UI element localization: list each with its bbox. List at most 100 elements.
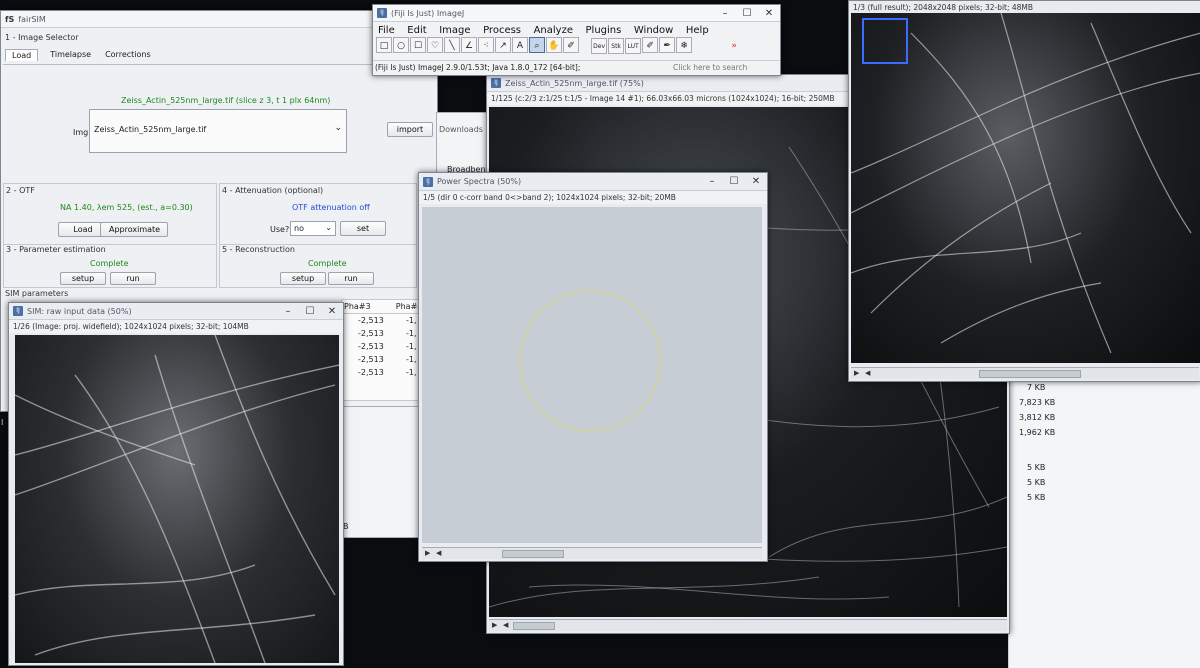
power-spectra-title: Power Spectra (50%): [437, 177, 522, 186]
menu-process[interactable]: Process: [483, 25, 521, 36]
full-result-canvas[interactable]: [851, 13, 1200, 363]
power-spectra-canvas[interactable]: [422, 207, 762, 543]
use-select-value: no: [294, 224, 304, 233]
hand-tool-icon[interactable]: ✋: [546, 37, 562, 53]
imagej-status-row: (Fiji Is Just) ImageJ 2.9.0/1.53t; Java …: [373, 60, 780, 75]
minimize-icon[interactable]: –: [714, 8, 736, 19]
stack-menu-icon[interactable]: Stk: [608, 38, 625, 54]
raw-input-title: SIM: raw input data (50%): [27, 306, 132, 316]
raw-input-window: IJ SIM: raw input data (50%) – ☐ ✕ 1/26 …: [8, 302, 344, 666]
zoom-tool-icon[interactable]: ⌕: [529, 37, 545, 53]
search-field[interactable]: Click here to search: [673, 63, 747, 72]
minimize-icon[interactable]: –: [277, 306, 299, 317]
menu-edit[interactable]: Edit: [407, 25, 426, 36]
imagej-window: IJ (Fiji Is Just) ImageJ – ☐ ✕ File Edit…: [372, 4, 781, 76]
maximize-icon[interactable]: ☐: [736, 8, 758, 19]
play-icon[interactable]: ▶: [854, 369, 859, 377]
scrollbar-thumb[interactable]: [502, 550, 564, 558]
raw-input-titlebar[interactable]: IJ SIM: raw input data (50%) – ☐ ✕: [9, 303, 343, 320]
wand-tool-icon[interactable]: ↗: [495, 37, 511, 53]
table-cell: -2,513: [358, 368, 384, 377]
close-icon[interactable]: ✕: [745, 176, 767, 187]
file-size: 5 KB: [1027, 463, 1046, 472]
pencil-tool-icon[interactable]: ✐: [642, 37, 659, 53]
lut-menu-icon[interactable]: LUT: [625, 38, 642, 54]
recon-run-button[interactable]: run: [328, 272, 374, 285]
table-header: Pha#3: [344, 302, 371, 311]
flood-fill-tool-icon[interactable]: ❄: [676, 37, 693, 53]
oval-tool-icon[interactable]: ○: [393, 37, 409, 53]
image-select[interactable]: Zeiss_Actin_525nm_large.tif ⌄: [89, 109, 347, 153]
scroll-left-icon[interactable]: ◀: [503, 621, 508, 629]
point-tool-icon[interactable]: ⁖: [478, 37, 494, 53]
fairsim-tabs: Load Timelapse Corrections: [5, 49, 153, 61]
zeiss-scrollbar[interactable]: ▶ ◀: [489, 619, 1007, 631]
angle-tool-icon[interactable]: ∠: [461, 37, 477, 53]
more-tools-icon[interactable]: »: [726, 38, 742, 54]
tab-timelapse[interactable]: Timelapse: [48, 49, 93, 61]
import-button[interactable]: import: [387, 122, 433, 137]
param-box: 3 - Parameter estimation Complete setup …: [3, 244, 217, 288]
scroll-left-icon[interactable]: ◀: [865, 369, 870, 377]
attenuation-box: 4 - Attenuation (optional) OTF attenuati…: [219, 183, 417, 245]
menu-image[interactable]: Image: [439, 25, 470, 36]
recon-box: 5 - Reconstruction Complete setup run: [219, 244, 417, 288]
menu-analyze[interactable]: Analyze: [534, 25, 573, 36]
downloads-label[interactable]: Downloads: [439, 125, 483, 134]
otf-approximate-button[interactable]: Approximate: [100, 222, 168, 237]
scrollbar-thumb[interactable]: [979, 370, 1081, 378]
file-size: 1,962 KB: [1019, 428, 1056, 437]
line-tool-icon[interactable]: ╲: [444, 37, 460, 53]
menu-help[interactable]: Help: [686, 25, 709, 36]
maximize-icon[interactable]: ☐: [723, 176, 745, 187]
fairsim-title: fairSIM: [18, 14, 46, 24]
polygon-tool-icon[interactable]: ☐: [410, 37, 426, 53]
close-icon[interactable]: ✕: [758, 8, 780, 19]
scroll-left-icon[interactable]: ◀: [436, 549, 441, 557]
menu-window[interactable]: Window: [634, 25, 673, 36]
recon-setup-button[interactable]: setup: [280, 272, 326, 285]
use-select[interactable]: no ⌄: [290, 221, 336, 236]
use-label: Use?: [270, 225, 290, 234]
scrollbar-thumb[interactable]: [513, 622, 555, 630]
chevron-down-icon: ⌄: [334, 123, 342, 133]
imagej-titlebar[interactable]: IJ (Fiji Is Just) ImageJ – ☐ ✕: [373, 5, 780, 22]
dropper-tool-icon[interactable]: ✐: [563, 37, 579, 53]
freehand-tool-icon[interactable]: ♡: [427, 37, 443, 53]
set-button[interactable]: set: [340, 221, 386, 236]
close-icon[interactable]: ✕: [321, 306, 343, 317]
left-edge-letter: I: [1, 418, 4, 427]
img-label: Img: [73, 128, 89, 137]
maximize-icon[interactable]: ☐: [299, 306, 321, 317]
play-icon[interactable]: ▶: [425, 549, 430, 557]
full-result-window: 1/3 (full result); 2048x2048 pixels; 32-…: [848, 0, 1200, 382]
raw-input-canvas[interactable]: [15, 335, 339, 663]
play-icon[interactable]: ▶: [492, 621, 497, 629]
menu-file[interactable]: File: [378, 25, 395, 36]
power-spectra-window: IJ Power Spectra (50%) – ☐ ✕ 1/5 (dir 0 …: [418, 172, 768, 562]
roi-navigator[interactable]: [863, 19, 907, 63]
param-setup-button[interactable]: setup: [60, 272, 106, 285]
minimize-icon[interactable]: –: [701, 176, 723, 187]
table-cell: -2,513: [358, 329, 384, 338]
full-result-scrollbar[interactable]: ▶ ◀: [851, 367, 1199, 379]
tab-load[interactable]: Load: [5, 49, 39, 61]
brush-tool-icon[interactable]: ✒: [659, 37, 676, 53]
imagej-title: (Fiji Is Just) ImageJ: [391, 8, 465, 18]
actin-filaments-graphic: [851, 13, 1200, 354]
menu-plugins[interactable]: Plugins: [586, 25, 622, 36]
power-spectra-scrollbar[interactable]: ▶ ◀: [422, 547, 762, 559]
dev-menu-icon[interactable]: Dev: [591, 38, 608, 54]
text-tool-icon[interactable]: A: [512, 37, 528, 53]
param-run-button[interactable]: run: [110, 272, 156, 285]
rectangle-tool-icon[interactable]: □: [376, 37, 392, 53]
tab-corrections[interactable]: Corrections: [103, 49, 153, 61]
file-size: 3,812 KB: [1019, 413, 1056, 422]
imagej-status: (Fiji Is Just) ImageJ 2.9.0/1.53t; Java …: [375, 63, 581, 72]
raw-input-info: 1/26 (Image: proj. widefield); 1024x1024…: [9, 320, 343, 333]
fairsim-lower-pane: B: [340, 406, 422, 538]
image-select-value: Zeiss_Actin_525nm_large.tif: [94, 125, 207, 134]
power-spectra-titlebar[interactable]: IJ Power Spectra (50%) – ☐ ✕: [419, 173, 767, 191]
file-size-column: 7 KB 7,823 KB 3,812 KB 1,962 KB 5 KB 5 K…: [1008, 378, 1200, 668]
recon-title: 5 - Reconstruction: [222, 245, 295, 254]
